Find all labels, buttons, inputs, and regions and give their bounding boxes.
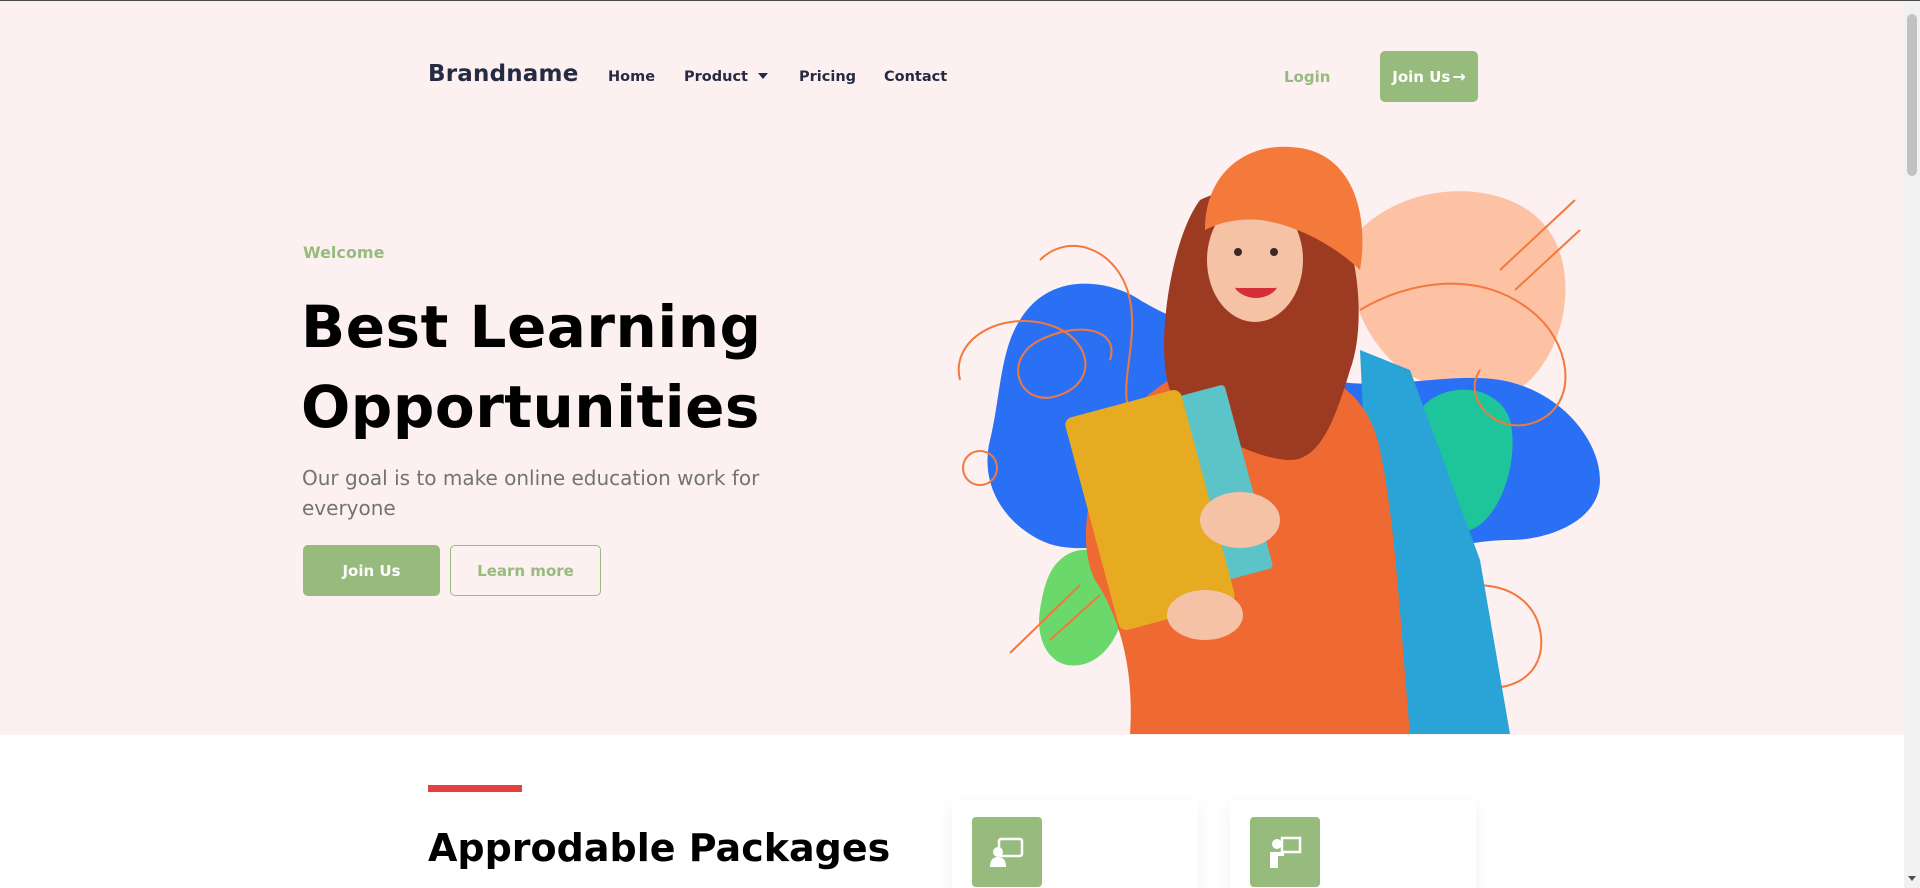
nav-item-pricing[interactable]: Pricing xyxy=(799,69,856,85)
scroll-down-arrow-icon[interactable] xyxy=(1908,876,1916,881)
eye-shape xyxy=(1234,248,1242,256)
join-us-nav-label: Join Us xyxy=(1392,67,1451,86)
join-us-nav-button[interactable]: Join Us → xyxy=(1380,51,1478,102)
join-us-button[interactable]: Join Us xyxy=(303,545,440,596)
nav-item-product-label: Product xyxy=(684,69,748,85)
nav-item-home[interactable]: Home xyxy=(608,69,655,85)
hero-headline: Best Learning Opportunities xyxy=(301,287,821,447)
hand-shape xyxy=(1200,492,1280,548)
section-accent-bar xyxy=(428,785,522,792)
nav-item-contact[interactable]: Contact xyxy=(884,69,947,85)
caret-down-icon xyxy=(757,73,768,79)
hero-headline-line1: Best Learning xyxy=(301,293,762,361)
brand-logo[interactable]: Brandname xyxy=(428,61,579,87)
packages-title: Approdable Packages xyxy=(428,826,891,870)
student-hero-image xyxy=(957,146,1600,734)
nav-item-product[interactable]: Product xyxy=(684,69,768,85)
presenter-icon xyxy=(1250,817,1320,887)
arrow-right-icon: → xyxy=(1452,67,1466,86)
package-card[interactable] xyxy=(1230,800,1476,888)
hero-subtext: Our goal is to make online education wor… xyxy=(302,466,760,520)
teacher-board-icon xyxy=(972,817,1042,887)
login-link[interactable]: Login xyxy=(1284,68,1330,86)
hero-headline-line2: Opportunities xyxy=(301,373,760,441)
package-card[interactable] xyxy=(952,800,1198,888)
eye-shape xyxy=(1270,248,1278,256)
scrollbar-thumb[interactable] xyxy=(1907,14,1917,176)
learn-more-button[interactable]: Learn more xyxy=(450,545,601,596)
hand-shape xyxy=(1167,590,1243,640)
welcome-label: Welcome xyxy=(303,243,385,262)
